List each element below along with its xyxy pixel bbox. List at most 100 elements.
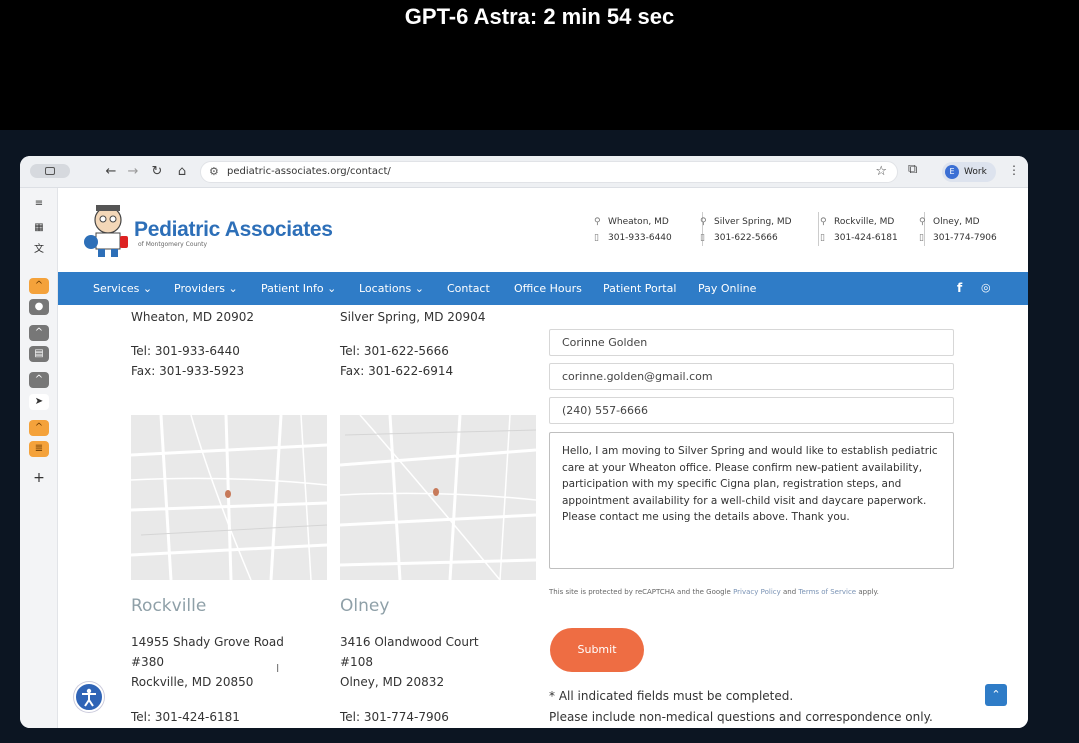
chevron-up-icon[interactable]: ^: [29, 278, 49, 294]
rockville-street: 14955 Shady Grove Road: [131, 635, 284, 649]
add-icon[interactable]: +: [29, 470, 49, 486]
tab-strip-button[interactable]: [30, 164, 70, 178]
nav-contact[interactable]: Contact: [447, 282, 490, 295]
map-pin-icon: ⚲: [919, 217, 926, 227]
wheaton-fax: Fax: 301-933-5923: [131, 364, 245, 378]
submit-button[interactable]: Submit: [550, 628, 644, 672]
doctor-mascot-logo[interactable]: [80, 200, 138, 260]
location-city: Silver Spring, MD: [714, 217, 792, 227]
silver-spring-fax: Fax: 301-622-6914: [340, 364, 454, 378]
required-note: * All indicated fields must be completed…: [549, 689, 794, 703]
grid-icon[interactable]: ▦: [29, 220, 49, 236]
chevron-up-icon[interactable]: ^: [29, 420, 49, 436]
header-location-olney[interactable]: ⚲ Olney, MD ▯ 301-774-7906: [919, 214, 1028, 246]
name-field[interactable]: Corinne Golden: [549, 329, 954, 356]
brand-name[interactable]: Pediatric Associates: [134, 218, 333, 242]
phone-icon: ▯: [919, 233, 924, 243]
olney-tel[interactable]: Tel: 301-774-7906: [340, 710, 449, 724]
terms-link[interactable]: Terms of Service: [798, 588, 856, 596]
silver-spring-citystate: Silver Spring, MD 20904: [340, 310, 486, 324]
olney-suite: #108: [340, 655, 373, 669]
window-icon[interactable]: ▤: [29, 346, 49, 362]
rockville-citystate: Rockville, MD 20850: [131, 675, 254, 689]
database-icon[interactable]: ≣: [29, 441, 49, 457]
side-panel: ≡ ▦ 文 ^ ● ^ ▤ ^ ➤ ^ ≣ +: [20, 188, 58, 728]
extensions-icon[interactable]: ⧉: [908, 162, 917, 177]
olney-citystate: Olney, MD 20832: [340, 675, 445, 689]
divider: [818, 212, 819, 246]
location-city: Rockville, MD: [834, 217, 895, 227]
site-info-icon[interactable]: ⚙: [209, 165, 219, 178]
nav-locations[interactable]: Locations ⌄: [359, 282, 424, 295]
nav-providers[interactable]: Providers ⌄: [174, 282, 238, 295]
name-value: Corinne Golden: [562, 336, 648, 349]
avatar: E: [945, 165, 959, 179]
recaptcha-notice: This site is protected by reCAPTCHA and …: [549, 588, 879, 596]
email-field[interactable]: corinne.golden@gmail.com: [549, 363, 954, 390]
phone-icon: ▯: [820, 233, 825, 243]
url-text: pediatric-associates.org/contact/: [227, 166, 391, 177]
main-navigation: Services ⌄ Providers ⌄ Patient Info ⌄ Lo…: [58, 272, 1028, 305]
collapse-icon[interactable]: ≡: [29, 196, 49, 212]
location-phone: 301-933-6440: [608, 233, 672, 243]
header-location-silver-spring[interactable]: ⚲ Silver Spring, MD ▯ 301-622-5666: [700, 214, 820, 246]
map-pin-icon: ⚲: [594, 217, 601, 227]
chevron-up-icon[interactable]: ^: [29, 325, 49, 341]
window-icon: [45, 167, 55, 175]
non-medical-note: Please include non-medical questions and…: [549, 710, 933, 724]
translate-icon[interactable]: 文: [29, 242, 49, 258]
nav-pay-online[interactable]: Pay Online: [698, 282, 756, 295]
nav-patient-info[interactable]: Patient Info ⌄: [261, 282, 336, 295]
map-pin-icon: ⚲: [700, 217, 707, 227]
silver-spring-map[interactable]: [340, 415, 536, 580]
brand-subtitle: of Montgomery County: [138, 241, 208, 248]
phone-field[interactable]: (240) 557-6666: [549, 397, 954, 424]
location-phone: 301-424-6181: [834, 233, 898, 243]
scroll-to-top-button[interactable]: ⌃: [985, 684, 1007, 706]
chevron-up-icon[interactable]: ^: [29, 372, 49, 388]
profile-button[interactable]: E Work: [942, 162, 996, 182]
phone-icon: ▯: [700, 233, 705, 243]
home-icon[interactable]: ⌂: [173, 163, 191, 181]
text-cursor-icon: I: [276, 662, 280, 675]
web-page: Pediatric Associates of Montgomery Count…: [58, 188, 1028, 728]
message-value: Hello, I am moving to Silver Spring and …: [562, 445, 938, 523]
site-header: Pediatric Associates of Montgomery Count…: [58, 188, 1028, 272]
facebook-icon[interactable]: f: [957, 281, 962, 295]
back-icon[interactable]: ←: [102, 163, 120, 181]
menu-kebab-icon[interactable]: ⋮: [1008, 163, 1020, 177]
olney-heading: Olney: [340, 596, 390, 616]
header-location-wheaton[interactable]: ⚲ Wheaton, MD ▯ 301-933-6440: [594, 214, 714, 246]
map-pin-icon[interactable]: ●: [29, 299, 49, 315]
rockville-heading: Rockville: [131, 596, 207, 616]
video-caption: GPT-6 Astra: 2 min 54 sec: [404, 4, 675, 29]
rockville-suite: #380: [131, 655, 164, 669]
nav-patient-portal[interactable]: Patient Portal: [603, 282, 676, 295]
olney-street: 3416 Olandwood Court: [340, 635, 479, 649]
location-city: Olney, MD: [933, 217, 980, 227]
rockville-tel[interactable]: Tel: 301-424-6181: [131, 710, 240, 724]
location-phone: 301-774-7906: [933, 233, 997, 243]
address-bar[interactable]: ⚙ pediatric-associates.org/contact/ ☆: [200, 161, 898, 183]
silver-spring-tel[interactable]: Tel: 301-622-5666: [340, 344, 449, 358]
privacy-policy-link[interactable]: Privacy Policy: [733, 588, 781, 596]
instagram-icon[interactable]: ◎: [981, 281, 991, 294]
location-phone: 301-622-5666: [714, 233, 778, 243]
nav-office-hours[interactable]: Office Hours: [514, 282, 582, 295]
wheaton-map[interactable]: [131, 415, 327, 580]
profile-label: Work: [964, 167, 987, 177]
bookmark-star-icon[interactable]: ☆: [875, 164, 887, 179]
phone-icon: ▯: [594, 233, 599, 243]
location-city: Wheaton, MD: [608, 217, 669, 227]
reload-icon[interactable]: ↻: [148, 163, 166, 181]
browser-window: ← → ↻ ⌂ ⚙ pediatric-associates.org/conta…: [20, 156, 1028, 728]
wheaton-citystate: Wheaton, MD 20902: [131, 310, 255, 324]
map-pin-icon: ⚲: [820, 217, 827, 227]
accessibility-icon[interactable]: [74, 682, 104, 712]
forward-icon[interactable]: →: [124, 163, 142, 181]
wheaton-tel[interactable]: Tel: 301-933-6440: [131, 344, 240, 358]
phone-value: (240) 557-6666: [562, 404, 649, 417]
message-textarea[interactable]: Hello, I am moving to Silver Spring and …: [549, 432, 954, 569]
nav-services[interactable]: Services ⌄: [93, 282, 152, 295]
cursor-icon[interactable]: ➤: [29, 394, 49, 410]
